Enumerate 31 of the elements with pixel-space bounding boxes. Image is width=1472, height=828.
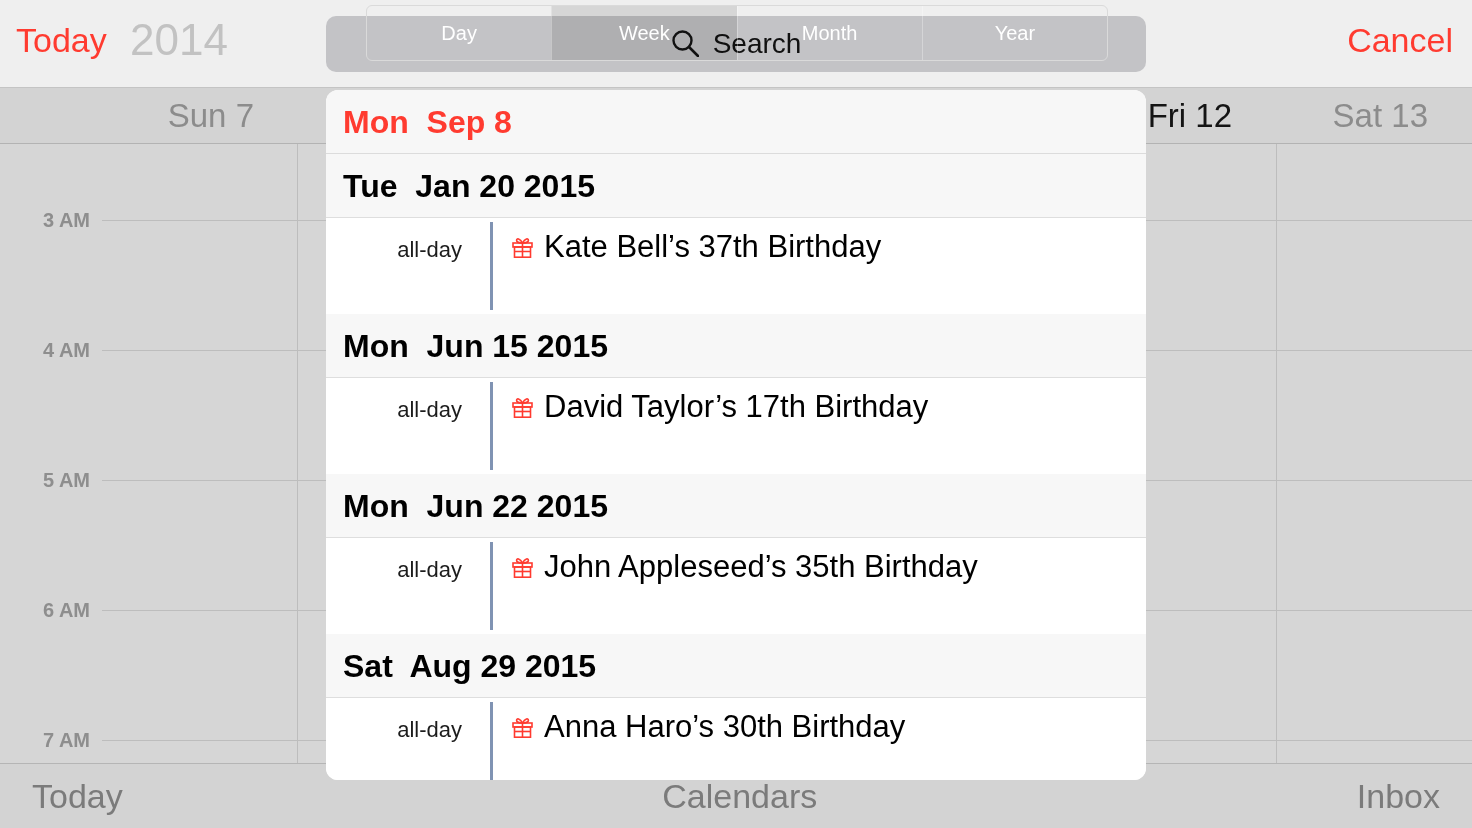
event-title: David Taylor’s 17th Birthday (544, 389, 929, 425)
day-header: Sat 13 (1332, 95, 1428, 136)
date-heading: Sat Aug 29 2015 (343, 646, 597, 685)
event-time: all-day (397, 557, 462, 583)
event-time: all-day (397, 397, 462, 423)
gift-icon (512, 717, 533, 738)
day-header: Fri 12 (1147, 95, 1232, 136)
gift-icon (512, 557, 533, 578)
time-label: 6 AM (42, 598, 90, 622)
cancel-button[interactable]: Cancel (1347, 20, 1453, 60)
today-button[interactable]: Today (16, 20, 107, 60)
toolbar-button[interactable]: Calendars (662, 776, 818, 816)
gift-icon (512, 397, 533, 418)
time-label: 4 AM (42, 338, 90, 362)
date-heading: Mon Jun 22 2015 (343, 486, 608, 525)
event-time: all-day (397, 237, 462, 263)
event-time: all-day (397, 717, 462, 743)
time-label: 3 AM (42, 208, 90, 232)
search-icon (672, 30, 699, 57)
event-title: Kate Bell’s 37th Birthday (544, 229, 882, 265)
toolbar-button[interactable]: Today (32, 776, 123, 816)
event-title: John Appleseed’s 35th Birthday (544, 549, 978, 585)
current-date: Mon Sep 8 (343, 102, 512, 141)
day-header: Sun 7 (167, 95, 254, 136)
toolbar-button[interactable]: Inbox (1356, 776, 1440, 816)
gift-icon (512, 237, 533, 258)
date-heading: Tue Jan 20 2015 (343, 166, 595, 205)
time-label: 5 AM (42, 468, 90, 492)
event-title: Anna Haro’s 30th Birthday (544, 709, 906, 745)
time-label: 7 AM (42, 728, 90, 752)
date-heading: Mon Jun 15 2015 (343, 326, 608, 365)
